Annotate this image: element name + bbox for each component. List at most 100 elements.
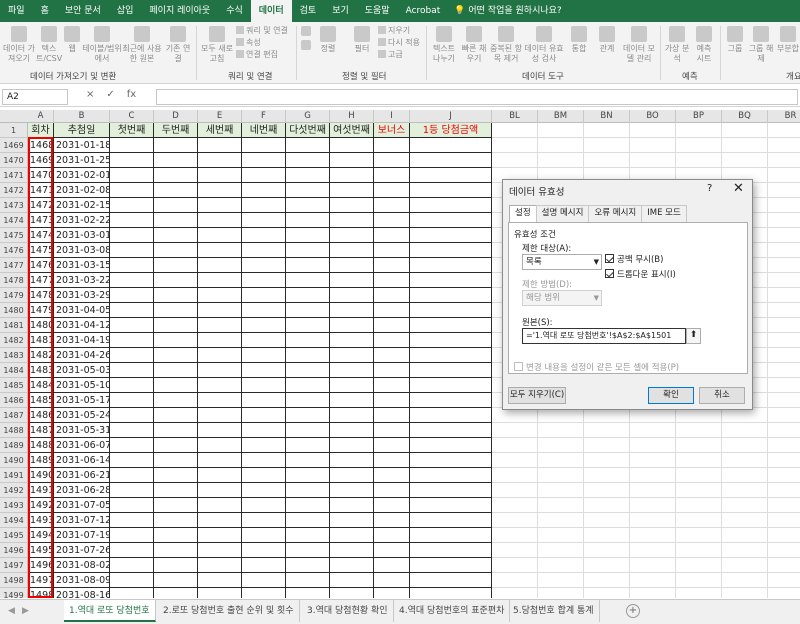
row-header[interactable]: 1485	[0, 378, 28, 393]
empty-cell[interactable]	[492, 138, 538, 153]
date-cell[interactable]: 2031-03-08	[54, 243, 110, 258]
number-cell[interactable]	[110, 333, 154, 348]
empty-cell[interactable]	[584, 513, 630, 528]
number-cell[interactable]	[286, 408, 330, 423]
number-cell[interactable]	[286, 153, 330, 168]
number-cell[interactable]	[374, 558, 410, 573]
number-cell[interactable]	[198, 288, 242, 303]
number-cell[interactable]	[410, 288, 492, 303]
number-cell[interactable]	[242, 498, 286, 513]
number-cell[interactable]	[374, 348, 410, 363]
round-cell[interactable]: 1476	[28, 258, 54, 273]
number-cell[interactable]	[110, 168, 154, 183]
empty-cell[interactable]	[492, 543, 538, 558]
round-cell[interactable]: 1481	[28, 333, 54, 348]
number-cell[interactable]	[410, 453, 492, 468]
number-cell[interactable]	[410, 588, 492, 598]
source-input[interactable]: ='1.역대 로또 당첨번호'!$A$2:$A$1501	[522, 328, 686, 344]
number-cell[interactable]	[154, 168, 198, 183]
empty-cell[interactable]	[722, 408, 768, 423]
number-cell[interactable]	[410, 408, 492, 423]
number-cell[interactable]	[286, 168, 330, 183]
number-cell[interactable]	[330, 168, 374, 183]
empty-cell[interactable]	[722, 123, 768, 138]
date-cell[interactable]: 2031-03-29	[54, 288, 110, 303]
round-cell[interactable]: 1474	[28, 228, 54, 243]
empty-cell[interactable]	[676, 408, 722, 423]
round-cell[interactable]: 1490	[28, 468, 54, 483]
number-cell[interactable]	[410, 153, 492, 168]
row-header[interactable]: 1498	[0, 573, 28, 588]
number-cell[interactable]	[110, 228, 154, 243]
empty-cell[interactable]	[768, 363, 800, 378]
number-cell[interactable]	[286, 213, 330, 228]
empty-cell[interactable]	[538, 483, 584, 498]
empty-cell[interactable]	[492, 153, 538, 168]
round-cell[interactable]: 1489	[28, 453, 54, 468]
empty-cell[interactable]	[630, 573, 676, 588]
number-cell[interactable]	[330, 438, 374, 453]
row-header[interactable]: 1472	[0, 183, 28, 198]
number-cell[interactable]	[410, 258, 492, 273]
number-cell[interactable]	[410, 438, 492, 453]
row-header[interactable]: 1476	[0, 243, 28, 258]
empty-cell[interactable]	[492, 423, 538, 438]
row-header[interactable]: 1474	[0, 213, 28, 228]
number-cell[interactable]	[110, 468, 154, 483]
number-cell[interactable]	[242, 438, 286, 453]
empty-cell[interactable]	[722, 483, 768, 498]
empty-cell[interactable]	[768, 273, 800, 288]
number-cell[interactable]	[374, 303, 410, 318]
date-cell[interactable]: 2031-08-02	[54, 558, 110, 573]
number-cell[interactable]	[110, 213, 154, 228]
empty-cell[interactable]	[492, 123, 538, 138]
number-cell[interactable]	[110, 348, 154, 363]
number-cell[interactable]	[242, 543, 286, 558]
empty-cell[interactable]	[768, 228, 800, 243]
date-cell[interactable]: 2031-05-24	[54, 408, 110, 423]
empty-cell[interactable]	[722, 438, 768, 453]
date-cell[interactable]: 2031-04-26	[54, 348, 110, 363]
number-cell[interactable]	[410, 243, 492, 258]
number-cell[interactable]	[330, 138, 374, 153]
number-cell[interactable]	[242, 183, 286, 198]
round-cell[interactable]: 1478	[28, 288, 54, 303]
sheet-tab[interactable]: 2.로또 당첨번호 출현 순위 및 횟수	[158, 600, 300, 622]
dropdown-checkbox[interactable]: 드롭다운 표시(I)	[605, 268, 676, 280]
round-cell[interactable]: 1498	[28, 588, 54, 598]
enter-icon[interactable]: ✓	[106, 89, 114, 100]
number-cell[interactable]	[330, 588, 374, 598]
number-cell[interactable]	[198, 423, 242, 438]
number-cell[interactable]	[154, 423, 198, 438]
sheet-tab[interactable]: 1.역대 로또 당첨번호	[64, 600, 156, 622]
allow-select[interactable]: 목록 ▼	[522, 254, 602, 270]
date-cell[interactable]: 2031-02-15	[54, 198, 110, 213]
empty-cell[interactable]	[492, 528, 538, 543]
header-cell[interactable]: 추첨일	[54, 123, 110, 138]
number-cell[interactable]	[286, 468, 330, 483]
web-button[interactable]: 웹	[64, 26, 80, 54]
ribbon-tab[interactable]: Acrobat	[398, 0, 449, 22]
sort-za-button[interactable]	[300, 40, 312, 52]
ribbon-tab[interactable]: 데이터	[250, 0, 292, 22]
empty-cell[interactable]	[492, 558, 538, 573]
number-cell[interactable]	[330, 558, 374, 573]
ribbon-tab[interactable]: 홈	[33, 0, 57, 22]
round-cell[interactable]: 1485	[28, 393, 54, 408]
empty-cell[interactable]	[768, 153, 800, 168]
number-cell[interactable]	[374, 168, 410, 183]
number-cell[interactable]	[198, 513, 242, 528]
empty-cell[interactable]	[538, 138, 584, 153]
number-cell[interactable]	[242, 423, 286, 438]
number-cell[interactable]	[154, 468, 198, 483]
empty-cell[interactable]	[722, 558, 768, 573]
empty-cell[interactable]	[768, 378, 800, 393]
empty-cell[interactable]	[492, 573, 538, 588]
date-cell[interactable]: 2031-08-16	[54, 588, 110, 598]
number-cell[interactable]	[286, 273, 330, 288]
empty-cell[interactable]	[722, 528, 768, 543]
number-cell[interactable]	[286, 393, 330, 408]
empty-cell[interactable]	[538, 123, 584, 138]
number-cell[interactable]	[242, 288, 286, 303]
column-header[interactable]: BO	[630, 110, 676, 123]
